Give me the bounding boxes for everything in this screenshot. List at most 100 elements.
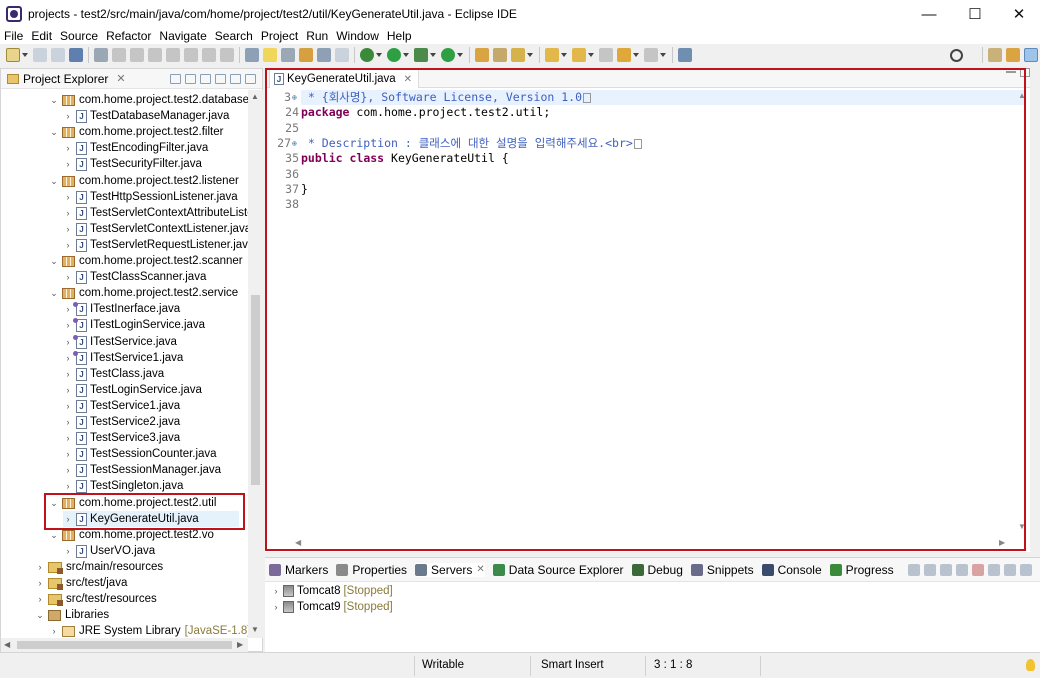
pin-editor-icon[interactable] (678, 48, 692, 62)
start-server-icon[interactable] (940, 563, 952, 576)
new-class-icon[interactable] (511, 48, 525, 62)
debug-server-icon[interactable] (924, 563, 936, 576)
tree-item[interactable]: › J ITestInerface.java (63, 301, 180, 317)
last-edit-location-icon[interactable] (599, 48, 613, 62)
chevron-down-icon[interactable]: ⌄ (49, 288, 59, 299)
chevron-right-icon[interactable]: › (63, 337, 73, 347)
show-source-icon[interactable] (317, 48, 331, 62)
scroll-up-icon[interactable]: ▲ (251, 92, 259, 101)
chevron-right-icon[interactable]: › (63, 353, 73, 363)
menu-source[interactable]: Source (56, 29, 102, 43)
chevron-down-icon[interactable]: ⌄ (49, 176, 59, 187)
terminate-icon[interactable] (148, 48, 162, 62)
chevron-right-icon[interactable]: › (63, 143, 73, 153)
chevron-down-icon[interactable]: ⌄ (49, 256, 59, 267)
forward-icon[interactable] (644, 48, 658, 62)
explorer-horizontal-scrollbar[interactable]: ◀ ▶ (1, 638, 248, 652)
chevron-right-icon[interactable]: › (63, 240, 73, 250)
tree-item[interactable]: › J TestServletContextListener.java (63, 221, 248, 237)
previous-annotation-icon[interactable] (572, 48, 586, 62)
publish-icon[interactable] (988, 563, 1000, 576)
tree-item[interactable]: › J ITestLoginService.java (63, 317, 205, 333)
chevron-down-icon[interactable]: ⌄ (49, 127, 59, 138)
tree-item[interactable]: ⌄ com.home.project.test2.database (49, 92, 248, 108)
profile-server-icon[interactable] (956, 563, 968, 576)
step-into-icon[interactable] (184, 48, 198, 62)
new-java-project-icon[interactable] (475, 48, 489, 62)
code-line[interactable]: } (301, 182, 308, 197)
close-button[interactable]: ✕ (996, 0, 1040, 28)
chevron-down-icon[interactable]: ⌄ (35, 610, 45, 621)
scroll-right-icon[interactable]: ▶ (999, 538, 1005, 547)
bottom-tab-servers[interactable]: Servers ✕ (415, 562, 485, 577)
minimize-button[interactable]: — (906, 0, 952, 28)
explorer-vertical-scrollbar[interactable]: ▲ ▼ (248, 90, 263, 638)
tree-item[interactable]: › J TestSecurityFilter.java (63, 156, 202, 172)
scrollbar-thumb[interactable] (251, 295, 260, 485)
disconnect-icon[interactable] (166, 48, 180, 62)
save-all-icon[interactable] (51, 48, 65, 62)
menu-project[interactable]: Project (257, 29, 302, 43)
tree-item[interactable]: › J ITestService1.java (63, 350, 183, 366)
tree-item[interactable]: › J TestLoginService.java (63, 382, 202, 398)
highlight-occurrences-icon[interactable] (263, 48, 277, 62)
editor-tab-keygenerateutil[interactable]: J KeyGenerateUtil.java ✕ (269, 69, 420, 88)
close-icon[interactable]: ✕ (476, 564, 484, 575)
bottom-tab-debug[interactable]: Debug (631, 563, 683, 577)
resume-icon[interactable] (112, 48, 126, 62)
editor-vertical-scrollbar[interactable]: ▲ ▼ (1015, 89, 1029, 535)
toggle-mark-icon[interactable] (299, 48, 313, 62)
tree-item[interactable]: ⌄ com.home.project.test2.service (49, 285, 238, 301)
chevron-right-icon[interactable]: › (35, 594, 45, 604)
tree-item[interactable]: ⌄ com.home.project.test2.scanner (49, 253, 242, 269)
maximize-view-icon[interactable] (1020, 563, 1032, 576)
next-annotation-icon[interactable] (545, 48, 559, 62)
folded-block-marker[interactable] (633, 138, 642, 149)
code-line[interactable]: * {회사명}, Software License, Version 1.0 (301, 90, 1026, 105)
code-line[interactable]: * Description : 클래스에 대한 설명을 입력해주세요.<br> (301, 136, 642, 151)
coverage-icon[interactable] (414, 48, 428, 62)
chevron-right-icon[interactable]: › (63, 465, 73, 475)
close-tab-icon[interactable]: ✕ (404, 74, 412, 85)
editor-horizontal-scrollbar[interactable]: ◀ ▶ (295, 538, 1015, 550)
tree-item[interactable]: › J TestService1.java (63, 398, 180, 414)
chevron-right-icon[interactable]: › (271, 602, 281, 612)
save-icon[interactable] (33, 48, 47, 62)
chevron-down-icon[interactable]: ⌄ (49, 498, 59, 509)
menu-run[interactable]: Run (302, 29, 332, 43)
chevron-right-icon[interactable]: › (35, 562, 45, 572)
fold-expand-icon[interactable]: ⊕ (292, 90, 300, 105)
menu-file[interactable]: File (0, 29, 27, 43)
menu-navigate[interactable]: Navigate (155, 29, 210, 43)
search-icon[interactable] (950, 48, 963, 62)
tree-item[interactable]: › J TestDatabaseManager.java (63, 108, 229, 124)
scrollbar-thumb[interactable] (17, 641, 232, 649)
chevron-right-icon[interactable]: › (49, 626, 59, 636)
debug-icon[interactable] (360, 48, 374, 62)
chevron-right-icon[interactable]: › (63, 111, 73, 121)
toggle-whitespace-icon[interactable] (281, 48, 295, 62)
tree-item[interactable]: › J TestSessionManager.java (63, 462, 221, 478)
java-ee-perspective-icon[interactable] (1006, 48, 1020, 62)
tree-item[interactable]: › J KeyGenerateUtil.java (63, 511, 239, 527)
fold-expand-icon[interactable]: ⊕ (292, 136, 300, 151)
project-explorer-tab[interactable]: Project Explorer ✕ (1, 69, 262, 89)
folded-block-marker[interactable] (583, 92, 591, 103)
chevron-right-icon[interactable]: › (63, 481, 73, 491)
server-row-tomcat9[interactable]: › Tomcat9 [Stopped] (271, 599, 393, 615)
chevron-right-icon[interactable]: › (63, 192, 73, 202)
chevron-right-icon[interactable]: › (63, 514, 73, 524)
chevron-right-icon[interactable]: › (35, 578, 45, 588)
chevron-right-icon[interactable]: › (63, 159, 73, 169)
chevron-right-icon[interactable]: › (63, 320, 73, 330)
chevron-right-icon[interactable]: › (63, 304, 73, 314)
tree-item[interactable]: › src/test/java (35, 575, 127, 591)
chevron-down-icon[interactable]: ⌄ (49, 95, 59, 106)
code-area[interactable]: 3 ⊕ * {회사명}, Software License, Version 1.… (265, 89, 1026, 535)
tree-item[interactable]: › J TestClass.java (63, 366, 164, 382)
minimize-view-icon[interactable] (1004, 563, 1016, 576)
bottom-tab-data-source-explorer[interactable]: Data Source Explorer (492, 563, 624, 577)
tree-item[interactable]: › J TestService2.java (63, 414, 180, 430)
minimize-editor-icon[interactable] (1006, 71, 1016, 73)
code-line[interactable]: public class KeyGenerateUtil { (301, 151, 509, 166)
